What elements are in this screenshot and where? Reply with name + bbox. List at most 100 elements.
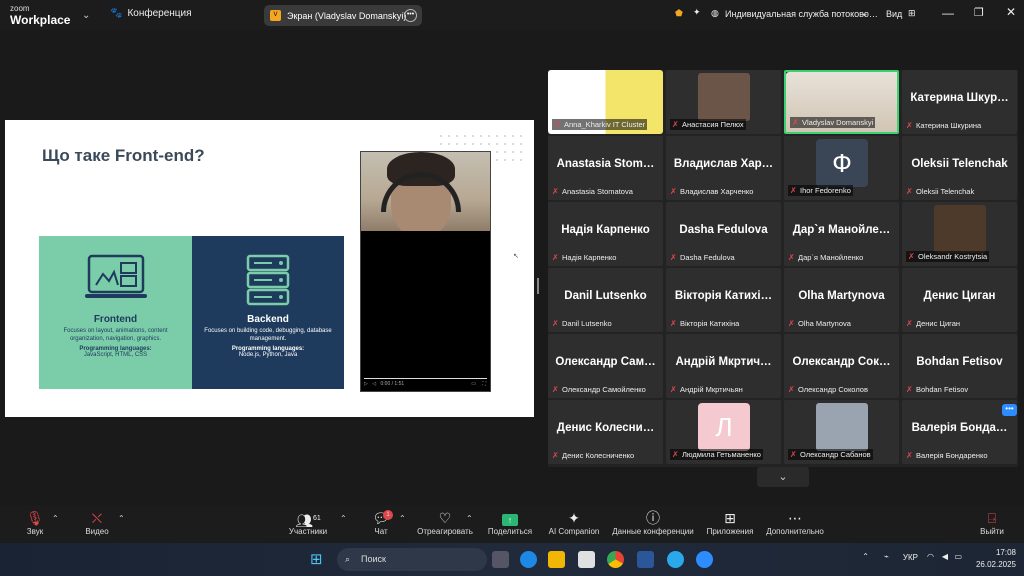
taskbar-search[interactable]: ⌕ Поиск [337,548,487,571]
participant-tile[interactable]: Валерія Бонда… ✗ Валерія Бондаренко [902,400,1017,464]
file-explorer-icon[interactable] [548,551,565,568]
participant-tile[interactable]: Bohdan Fetisov ✗ Bohdan Fetisov [902,334,1017,398]
participant-tile[interactable]: ✗ Oleksandr Kostrytsia [902,202,1017,266]
network-tray-icon[interactable]: ⌁ [884,551,889,563]
participant-name-label: ✗ Dasha Fedulova [670,253,735,262]
participant-name: Dasha Fedulova [680,253,735,262]
mic-muted-icon: ✗ [552,186,559,196]
chevron-down-icon[interactable]: ⌄ [861,8,869,19]
participant-display-name: Dasha Fedulova [679,224,768,236]
play-icon[interactable]: ▷ [364,381,368,387]
participant-tile[interactable]: Владислав Хар… ✗ Владислав Харченко [666,136,781,200]
captions-icon[interactable]: ▭ [471,381,476,387]
word-icon[interactable] [637,551,654,568]
participant-tile[interactable]: ✗ Анастасия Пелюх [666,70,781,134]
apps-button[interactable]: ⊞ Приложения [704,510,756,536]
participant-tile[interactable]: Anastasia Stom… ✗ Anastasia Stomatova [548,136,663,200]
scroll-down-button[interactable]: ⌄ [757,467,809,487]
windows-start-icon[interactable]: ⊞ [310,550,323,568]
chat-options-caret[interactable]: ⌃ [399,514,406,523]
leave-button[interactable]: ⍈ Выйти [978,510,1006,536]
participants-options-caret[interactable]: ⌃ [340,514,347,523]
participant-tile[interactable]: Oleksii Telenchak ✗ Oleksii Telenchak [902,136,1017,200]
more-label: Дополнительно [766,527,824,536]
screen-share-pill[interactable]: V Экран (Vladyslav Domanskyi) ••• [264,5,422,26]
audio-options-caret[interactable]: ⌃ [52,514,59,523]
participant-tile[interactable]: Dasha Fedulova ✗ Dasha Fedulova [666,202,781,266]
minimize-icon[interactable]: — [942,6,954,20]
chat-button[interactable]: 💬︎ Чат 1 [370,510,393,536]
embedded-video[interactable]: ▷ ◁ 0:00 / 1:51 ▭ ⛶ [360,151,491,392]
participant-tile[interactable]: Л ✗ Людмила Гетьманенко [666,400,781,464]
view-menu[interactable]: Вид [886,9,902,19]
paw-icon: 🐾 [110,8,123,19]
participant-tile[interactable]: Надія Карпенко ✗ Надія Карпенко [548,202,663,266]
edge-icon[interactable] [520,551,537,568]
mic-muted-icon: ✗ [906,318,913,328]
participant-name-label: ✗ Олександр Самойленко [552,385,646,394]
participant-tile[interactable]: Danil Lutsenko ✗ Danil Lutsenko [548,268,663,332]
ai-companion-button[interactable]: ✦ AI Companion [547,510,601,536]
chevron-down-icon[interactable]: ⌄ [82,10,90,21]
view-splitter[interactable] [537,278,539,294]
restore-icon[interactable]: ❐ [974,6,984,19]
meeting-info-label: Данные конференции [612,527,694,536]
clock[interactable]: 17:08 26.02.2025 [976,547,1016,571]
meeting-info-button[interactable]: ⓘ Данные конференции [610,510,696,536]
participants-button[interactable]: 👥︎61 Участники [286,510,330,536]
language-indicator[interactable]: УКР [903,552,918,564]
chrome-icon[interactable] [607,551,624,568]
participant-tile[interactable]: ✗ Anna_Kharkiv IT Cluster [548,70,663,134]
participant-tile[interactable]: Ф ✗ Ihor Fedorenko [784,136,899,200]
participant-tile[interactable]: ✗ Олександр Сабанов [784,400,899,464]
mic-muted-icon: ✗ [552,450,559,460]
telegram-icon[interactable] [667,551,684,568]
participant-tile[interactable]: Вікторія Катихі… ✗ Вікторія Катихіна [666,268,781,332]
participant-name-label: ✗ Ihor Fedorenko [788,185,853,196]
participant-tile[interactable]: Олександр Сам… ✗ Олександр Самойленко [548,334,663,398]
participant-tile[interactable]: Olha Martynova ✗ Olha Martynova [784,268,899,332]
participant-display-name: Катерина Шкур… [910,92,1009,104]
grid-view-icon[interactable]: ⊞ [908,8,916,19]
video-controls[interactable]: ▷ ◁ 0:00 / 1:51 ▭ ⛶ [361,379,490,391]
task-view-icon[interactable] [492,551,509,568]
conference-menu[interactable]: 🐾 Конференция [110,8,192,19]
participant-tile[interactable]: Олександр Сок… ✗ Олександр Соколов [784,334,899,398]
chevron-up-icon[interactable]: ⌃ [862,551,869,563]
mic-muted-icon: ✗ [790,185,797,195]
participant-tile[interactable]: Катерина Шкур… ✗ Катерина Шкурина [902,70,1017,134]
participant-name: Людмила Гетьманенко [682,450,761,459]
participant-avatar: Ф [816,139,868,187]
participant-tile[interactable]: Дар`я Манойле… ✗ Дар`я Манойленко [784,202,899,266]
sparkle-icon[interactable]: ✦ [693,7,701,18]
video-button[interactable]: ⛌ Видео [82,510,112,536]
wifi-icon[interactable]: ◠ [927,551,934,563]
close-icon[interactable]: ✕ [1006,5,1016,19]
battery-icon[interactable]: ▭ [954,551,962,563]
video-label: Видео [85,527,109,536]
fullscreen-icon[interactable]: ⛶ [482,381,486,387]
share-button[interactable]: ↑ Поделиться [487,510,533,536]
participant-tile[interactable]: Андрій Мкртич… ✗ Андрій Мкртичьян [666,334,781,398]
globe-icon[interactable]: ◍ [711,8,719,19]
participant-tile[interactable]: ✗ Vladyslav Domanskyi [784,70,899,134]
shield-icon[interactable]: ⬟ [675,8,683,19]
store-icon[interactable] [578,551,595,568]
more-options-icon[interactable]: ••• [404,9,417,22]
gallery-more-icon[interactable]: ••• [1002,404,1017,416]
react-options-caret[interactable]: ⌃ [466,514,473,523]
audio-button[interactable]: 🎙︎ Звук [22,510,48,536]
zoom-taskbar-icon[interactable] [696,551,713,568]
participant-name: Oleksandr Kostrytsia [918,252,988,261]
participant-tile[interactable]: Денис Колесни… ✗ Денис Колесниченко [548,400,663,464]
more-button[interactable]: ⋯ Дополнительно [764,510,826,536]
participant-tile[interactable]: Денис Циган ✗ Денис Циган [902,268,1017,332]
volume-icon[interactable]: ◀ [942,551,948,563]
volume-icon[interactable]: ◁ [372,381,376,387]
mouse-cursor-icon: ↖ [513,253,519,260]
video-options-caret[interactable]: ⌃ [118,514,125,523]
mic-muted-icon: ✗ [906,450,913,460]
interpretation-menu[interactable]: Индивидуальная служба потоково… [725,9,878,19]
slide-title: Що таке Front-end? [42,146,205,165]
video-off-icon: ⛌ [91,510,103,526]
